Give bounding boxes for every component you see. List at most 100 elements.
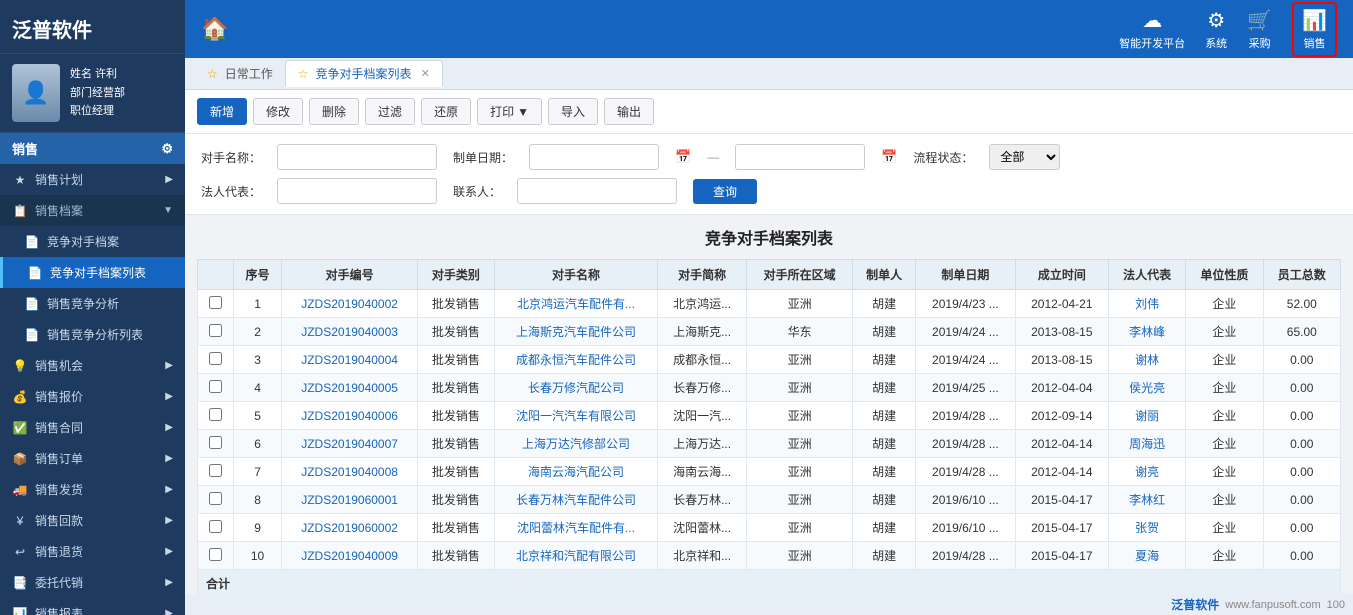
cell-legal-rep[interactable]: 侯光亮 bbox=[1108, 374, 1185, 402]
cell-name[interactable]: 海南云海汽配公司 bbox=[495, 458, 658, 486]
contract-icon: ✅ bbox=[12, 421, 28, 435]
sidebar-item-sales-opportunity[interactable]: 💡 销售机会 ▶ bbox=[0, 350, 185, 381]
sidebar-item-label: 销售报价 bbox=[35, 388, 83, 405]
cell-create-date: 2019/4/24 ... bbox=[916, 318, 1016, 346]
cell-name[interactable]: 上海万达汽修部公司 bbox=[495, 430, 658, 458]
sidebar-item-sales-quote[interactable]: 💰 销售报价 ▶ bbox=[0, 381, 185, 412]
cell-check[interactable] bbox=[198, 374, 234, 402]
cell-name[interactable]: 北京祥和汽配有限公司 bbox=[495, 542, 658, 570]
cell-legal-rep[interactable]: 张贺 bbox=[1108, 514, 1185, 542]
cell-code[interactable]: JZDS2019040002 bbox=[282, 290, 417, 318]
cell-code[interactable]: JZDS2019040009 bbox=[282, 542, 417, 570]
cell-name[interactable]: 长春万修汽配公司 bbox=[495, 374, 658, 402]
cell-unit-type: 企业 bbox=[1186, 290, 1263, 318]
export-button[interactable]: 输出 bbox=[604, 98, 654, 125]
cell-code[interactable]: JZDS2019060002 bbox=[282, 514, 417, 542]
home-icon[interactable]: 🏠 bbox=[201, 16, 228, 42]
sidebar-item-sales-plan[interactable]: ★ 销售计划 ▶ bbox=[0, 164, 185, 195]
arrow-icon: ▶ bbox=[165, 453, 173, 464]
cell-check[interactable] bbox=[198, 318, 234, 346]
cell-check[interactable] bbox=[198, 430, 234, 458]
cell-name[interactable]: 北京鸿运汽车配件有... bbox=[495, 290, 658, 318]
order-date-end-input[interactable] bbox=[735, 144, 865, 170]
table-row: 6 JZDS2019040007 批发销售 上海万达汽修部公司 上海万达... … bbox=[198, 430, 1341, 458]
gear-icon[interactable]: ⚙ bbox=[161, 141, 173, 157]
cell-creator: 胡建 bbox=[853, 402, 916, 430]
cell-check[interactable] bbox=[198, 486, 234, 514]
cell-check[interactable] bbox=[198, 290, 234, 318]
sales-button[interactable]: 📊 销售 bbox=[1292, 2, 1337, 57]
cell-legal-rep[interactable]: 刘伟 bbox=[1108, 290, 1185, 318]
print-button[interactable]: 打印 ▼ bbox=[477, 98, 542, 125]
sidebar-item-sales-competition[interactable]: 📄 销售竞争分析 bbox=[0, 288, 185, 319]
cell-code[interactable]: JZDS2019040008 bbox=[282, 458, 417, 486]
cell-check[interactable] bbox=[198, 458, 234, 486]
sidebar-item-sales-order[interactable]: 📦 销售订单 ▶ bbox=[0, 443, 185, 474]
cell-legal-rep[interactable]: 谢林 bbox=[1108, 346, 1185, 374]
delete-button[interactable]: 删除 bbox=[309, 98, 359, 125]
legal-rep-input[interactable] bbox=[277, 178, 437, 204]
sidebar-item-competitor-archive[interactable]: 📄 竞争对手档案 bbox=[0, 226, 185, 257]
cell-check[interactable] bbox=[198, 346, 234, 374]
cell-abbr: 长春万林... bbox=[658, 486, 747, 514]
contact-label: 联系人： bbox=[453, 183, 501, 200]
edit-button[interactable]: 修改 bbox=[253, 98, 303, 125]
calendar-start-icon: 📅 bbox=[675, 149, 691, 165]
process-status-select[interactable]: 全部 审批中 已审批 已驳回 bbox=[989, 144, 1060, 170]
cell-legal-rep[interactable]: 李林红 bbox=[1108, 486, 1185, 514]
cell-legal-rep[interactable]: 周海迅 bbox=[1108, 430, 1185, 458]
tab-competitor-list[interactable]: ☆ 竞争对手档案列表 ✕ bbox=[285, 60, 443, 87]
query-button[interactable]: 查询 bbox=[693, 179, 757, 204]
filter-button[interactable]: 过滤 bbox=[365, 98, 415, 125]
cell-check[interactable] bbox=[198, 542, 234, 570]
sidebar-item-consignment[interactable]: 📑 委托代销 ▶ bbox=[0, 567, 185, 598]
cell-code[interactable]: JZDS2019040004 bbox=[282, 346, 417, 374]
sidebar-item-sales-refund[interactable]: ↩ 销售退货 ▶ bbox=[0, 536, 185, 567]
cell-type: 批发销售 bbox=[417, 402, 494, 430]
sidebar-item-sales-competition-list[interactable]: 📄 销售竞争分析列表 bbox=[0, 319, 185, 350]
system-button[interactable]: ⚙ 系统 bbox=[1205, 8, 1227, 51]
cell-check[interactable] bbox=[198, 402, 234, 430]
tab-daily[interactable]: ☆ 日常工作 bbox=[195, 61, 285, 86]
cloud-icon: ☁ bbox=[1142, 8, 1162, 33]
purchase-button[interactable]: 🛒 采购 bbox=[1247, 8, 1272, 51]
chart-icon: 📊 bbox=[1302, 8, 1327, 33]
cell-legal-rep[interactable]: 李林峰 bbox=[1108, 318, 1185, 346]
report-icon: 📊 bbox=[12, 607, 28, 615]
cell-check[interactable] bbox=[198, 514, 234, 542]
restore-button[interactable]: 还原 bbox=[421, 98, 471, 125]
col-seq: 序号 bbox=[233, 260, 282, 290]
cell-code[interactable]: JZDS2019040007 bbox=[282, 430, 417, 458]
cell-code[interactable]: JZDS2019040006 bbox=[282, 402, 417, 430]
sidebar-item-sales-archive[interactable]: 📋 销售档案 ▼ bbox=[0, 195, 185, 226]
close-icon[interactable]: ✕ bbox=[421, 67, 430, 80]
order-date-start-input[interactable] bbox=[529, 144, 659, 170]
sidebar-item-label: 销售竞争分析列表 bbox=[47, 326, 143, 343]
cell-name[interactable]: 成都永恒汽车配件公司 bbox=[495, 346, 658, 374]
delivery-icon: 🚚 bbox=[12, 483, 28, 497]
sidebar-item-sales-delivery[interactable]: 🚚 销售发货 ▶ bbox=[0, 474, 185, 505]
add-button[interactable]: 新增 bbox=[197, 98, 247, 125]
import-button[interactable]: 导入 bbox=[548, 98, 598, 125]
cell-name[interactable]: 沈阳蕾林汽车配件有... bbox=[495, 514, 658, 542]
sidebar-item-sales-return[interactable]: ¥ 销售回款 ▶ bbox=[0, 505, 185, 536]
sidebar-item-label: 销售计划 bbox=[35, 171, 83, 188]
sidebar-item-competitor-list[interactable]: 📄 竞争对手档案列表 bbox=[0, 257, 185, 288]
sidebar-item-sales-report[interactable]: 📊 销售报表 ▶ bbox=[0, 598, 185, 615]
cell-name[interactable]: 沈阳一汽汽车有限公司 bbox=[495, 402, 658, 430]
platform-button[interactable]: ☁ 智能开发平台 bbox=[1119, 8, 1185, 51]
sidebar-item-sales-contract[interactable]: ✅ 销售合同 ▶ bbox=[0, 412, 185, 443]
cell-creator: 胡建 bbox=[853, 318, 916, 346]
competitor-name-input[interactable] bbox=[277, 144, 437, 170]
cell-name[interactable]: 上海斯克汽车配件公司 bbox=[495, 318, 658, 346]
cell-code[interactable]: JZDS2019040003 bbox=[282, 318, 417, 346]
cell-legal-rep[interactable]: 谢亮 bbox=[1108, 458, 1185, 486]
contact-input[interactable] bbox=[517, 178, 677, 204]
cell-code[interactable]: JZDS2019060001 bbox=[282, 486, 417, 514]
cell-name[interactable]: 长春万林汽车配件公司 bbox=[495, 486, 658, 514]
doc-icon: 📄 bbox=[27, 266, 43, 280]
cell-code[interactable]: JZDS2019040005 bbox=[282, 374, 417, 402]
cell-legal-rep[interactable]: 谢丽 bbox=[1108, 402, 1185, 430]
cell-legal-rep[interactable]: 夏海 bbox=[1108, 542, 1185, 570]
table-row: 7 JZDS2019040008 批发销售 海南云海汽配公司 海南云海... 亚… bbox=[198, 458, 1341, 486]
